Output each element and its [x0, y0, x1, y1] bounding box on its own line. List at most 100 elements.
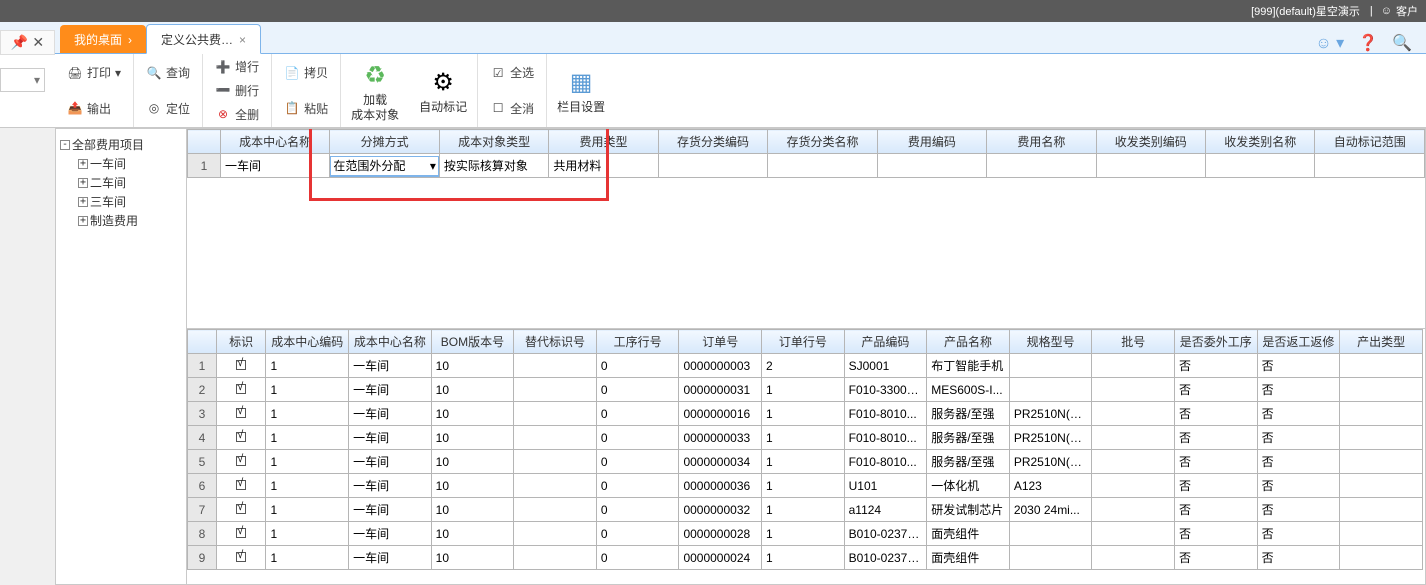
row-number[interactable]: 7 — [188, 498, 217, 522]
cell-center-code[interactable]: 1 — [266, 522, 349, 546]
cell-order-line[interactable]: 1 — [762, 450, 845, 474]
cell-rework[interactable]: 否 — [1257, 522, 1340, 546]
column-header[interactable]: 收发类别编码 — [1096, 130, 1205, 154]
cell-output-type[interactable] — [1340, 378, 1423, 402]
tree-item[interactable]: +三车间 — [60, 192, 182, 211]
cell-rework[interactable]: 否 — [1257, 450, 1340, 474]
column-header[interactable] — [188, 130, 221, 154]
cell-op[interactable]: 0 — [596, 498, 679, 522]
cell-order-line[interactable]: 1 — [762, 546, 845, 570]
cell-mark[interactable] — [216, 354, 266, 378]
table-row[interactable]: 21一车间10000000000311F010-3300301MES600S-I… — [188, 378, 1423, 402]
cell-output-type[interactable] — [1340, 354, 1423, 378]
cell-center-code[interactable]: 1 — [266, 546, 349, 570]
cell-mark[interactable] — [216, 546, 266, 570]
column-settings-button[interactable]: ▦ 栏目设置 — [547, 54, 615, 127]
cell-cost-center[interactable]: 一车间 — [220, 154, 329, 178]
cell-fee-type[interactable]: 共用材料 — [549, 154, 658, 178]
column-header[interactable]: 存货分类编码 — [658, 130, 767, 154]
cell-product-code[interactable]: B010-0237002 — [844, 546, 927, 570]
cell-object-type[interactable]: 按实际核算对象 — [439, 154, 548, 178]
column-header[interactable]: 产出类型 — [1340, 330, 1423, 354]
cell-lot[interactable] — [1092, 450, 1175, 474]
cell-order[interactable]: 0000000028 — [679, 522, 762, 546]
cell-order-line[interactable]: 1 — [762, 378, 845, 402]
cell-product-name[interactable]: 服务器/至强 — [927, 426, 1010, 450]
table-row[interactable]: 61一车间10000000000361U101一体化机A123否否 — [188, 474, 1423, 498]
cell-center-code[interactable]: 1 — [266, 498, 349, 522]
cell-order-line[interactable]: 1 — [762, 474, 845, 498]
cell-bom[interactable]: 10 — [431, 402, 514, 426]
cell-spec[interactable] — [1009, 546, 1092, 570]
cell[interactable] — [1315, 154, 1425, 178]
cell-op[interactable]: 0 — [596, 354, 679, 378]
cell-outsource[interactable]: 否 — [1175, 402, 1258, 426]
cell-rework[interactable]: 否 — [1257, 354, 1340, 378]
cell-op[interactable]: 0 — [596, 522, 679, 546]
dropdown-input[interactable]: 在范围外分配 ▾ — [330, 156, 438, 176]
cell-outsource[interactable]: 否 — [1175, 546, 1258, 570]
tab-desktop[interactable]: 我的桌面 › — [60, 25, 146, 53]
locate-button[interactable]: ◎定位 — [140, 98, 196, 119]
cell-center-name[interactable]: 一车间 — [349, 426, 432, 450]
cell-center-name[interactable]: 一车间 — [349, 522, 432, 546]
cell-bom[interactable]: 10 — [431, 498, 514, 522]
cell-rework[interactable]: 否 — [1257, 498, 1340, 522]
cell-spec[interactable]: A123 — [1009, 474, 1092, 498]
expand-icon[interactable]: + — [78, 216, 88, 226]
column-header[interactable]: 费用编码 — [877, 130, 986, 154]
cell-op[interactable]: 0 — [596, 546, 679, 570]
cell-alt[interactable] — [514, 402, 597, 426]
cell-alt[interactable] — [514, 354, 597, 378]
table-row[interactable]: 71一车间10000000000321a1124研发试制芯片2030 24mi.… — [188, 498, 1423, 522]
row-number[interactable]: 3 — [188, 402, 217, 426]
table-row[interactable]: 81一车间10000000000281B010-0237002面壳组件否否 — [188, 522, 1423, 546]
row-number[interactable]: 5 — [188, 450, 217, 474]
table-row[interactable]: 11一车间10000000000032SJ0001布丁智能手机否否 — [188, 354, 1423, 378]
cell-bom[interactable]: 10 — [431, 426, 514, 450]
column-header[interactable]: 成本中心名称 — [349, 330, 432, 354]
cell-center-name[interactable]: 一车间 — [349, 474, 432, 498]
cell-order[interactable]: 0000000034 — [679, 450, 762, 474]
column-header[interactable]: 成本中心名称 — [220, 130, 329, 154]
cell-mark[interactable] — [216, 402, 266, 426]
cell-spec[interactable]: PR2510N(OEM) — [1009, 450, 1092, 474]
column-header[interactable]: 订单行号 — [762, 330, 845, 354]
column-header[interactable]: 替代标识号 — [514, 330, 597, 354]
row-number[interactable]: 1 — [188, 354, 217, 378]
column-header[interactable] — [188, 330, 217, 354]
cell-center-name[interactable]: 一车间 — [349, 402, 432, 426]
cell-order[interactable]: 0000000032 — [679, 498, 762, 522]
column-header[interactable]: 成本中心编码 — [266, 330, 349, 354]
cell-product-code[interactable]: F010-8010... — [844, 450, 927, 474]
chevron-down-icon[interactable]: ▾ — [430, 159, 436, 173]
help-icon[interactable]: ❓ — [1358, 33, 1378, 53]
cell-outsource[interactable]: 否 — [1175, 426, 1258, 450]
column-header[interactable]: BOM版本号 — [431, 330, 514, 354]
cell-mark[interactable] — [216, 426, 266, 450]
table-row[interactable]: 41一车间10000000000331F010-8010...服务器/至强PR2… — [188, 426, 1423, 450]
side-dropdown[interactable]: ▾ — [0, 68, 45, 92]
cell-center-code[interactable]: 1 — [266, 426, 349, 450]
cell[interactable] — [768, 154, 877, 178]
cell-rework[interactable]: 否 — [1257, 474, 1340, 498]
cell-lot[interactable] — [1092, 354, 1175, 378]
close-icon[interactable]: ✕ — [32, 34, 44, 51]
column-header[interactable]: 费用类型 — [549, 130, 658, 154]
smile-icon[interactable]: ☺ ▾ — [1315, 33, 1344, 53]
cell-order[interactable]: 0000000016 — [679, 402, 762, 426]
cell-order-line[interactable]: 1 — [762, 402, 845, 426]
delete-row-button[interactable]: ➖删行 — [209, 80, 265, 101]
collapse-icon[interactable]: - — [60, 140, 70, 150]
row-number[interactable]: 6 — [188, 474, 217, 498]
column-header[interactable]: 是否返工返修 — [1257, 330, 1340, 354]
cell-product-code[interactable]: F010-3300301 — [844, 378, 927, 402]
cell-spec[interactable] — [1009, 378, 1092, 402]
column-header[interactable]: 费用名称 — [987, 130, 1096, 154]
cell-spec[interactable] — [1009, 354, 1092, 378]
cell-order[interactable]: 0000000003 — [679, 354, 762, 378]
cell-order[interactable]: 0000000031 — [679, 378, 762, 402]
column-header[interactable]: 存货分类名称 — [768, 130, 877, 154]
cell-lot[interactable] — [1092, 546, 1175, 570]
cell-spec[interactable]: PR2510N(OEM) — [1009, 426, 1092, 450]
